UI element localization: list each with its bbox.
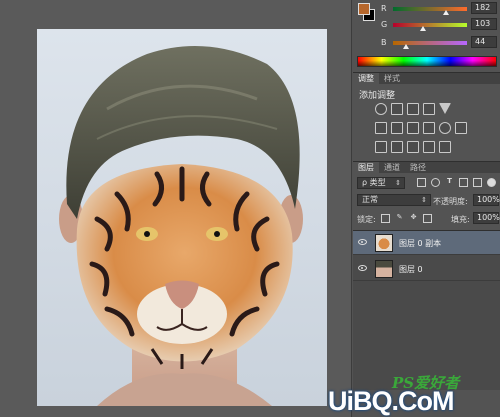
smart-object-filter-icon[interactable] [473,178,482,187]
watermark-main-text: UiBQ.CoM [328,386,454,416]
fill-label: 填充: [451,215,470,224]
exposure-icon[interactable] [423,103,435,115]
layer-filter-label: ρ 类型 [362,178,386,187]
channel-g-thumb[interactable] [419,26,426,31]
channel-g-row: G 103 [381,18,498,32]
adjustments-tabbar: 调整 样式 [353,72,500,85]
channel-b-thumb[interactable] [402,44,409,49]
bw-icon[interactable] [423,122,435,134]
channel-r-value[interactable]: 182 [471,2,497,14]
lock-paint-icon[interactable]: ✎ [395,214,404,223]
face-thumb [375,260,393,278]
vibrance-icon[interactable] [375,122,387,134]
lock-all-icon[interactable] [423,214,432,223]
eye-icon[interactable] [358,265,367,271]
adjustment-icons-row2 [375,122,495,136]
balance-icon[interactable] [391,122,403,134]
pixel-filter-icon[interactable] [417,178,426,187]
gradient-map-icon[interactable] [423,141,435,153]
channel-b-row: B 44 [381,36,498,50]
opacity-field[interactable]: 100% [473,194,500,206]
fill-field[interactable]: 100% [473,212,500,224]
lock-transparent-icon[interactable] [381,214,390,223]
color-lookup-icon[interactable] [455,122,467,134]
lock-label: 锁定: [357,215,376,224]
watermark-logo: PS爱好者 UiBQ.CoM [326,368,500,417]
channel-r-label: R [381,4,387,13]
shape-filter-icon[interactable] [459,178,468,187]
channel-g-label: G [381,20,388,29]
opacity-label: 不透明度: [433,197,468,206]
adjustment-filter-icon[interactable] [431,178,440,187]
channel-g-value[interactable]: 103 [471,18,497,30]
tab-styles[interactable]: 样式 [379,73,405,85]
curves-icon[interactable] [391,103,403,115]
filter-toggle-icon[interactable] [487,178,496,187]
channel-b-label: B [381,38,387,47]
channel-mixer-icon[interactable] [439,122,451,134]
levels-icon[interactable] [407,103,419,115]
posterize-icon[interactable] [391,141,403,153]
right-panel: R 182 G 103 B 44 调整 样式 添加调整 图层 通道 路径 ρ 类… [353,0,500,417]
channel-g-slider[interactable] [393,23,467,27]
document-canvas[interactable] [37,29,327,406]
tiger-thumb [375,234,393,252]
layer-filter-dropdown[interactable]: ρ 类型 ⇕ [357,177,405,189]
selective-color-icon[interactable] [439,141,451,153]
chevron-down-icon: ⇕ [395,179,401,187]
layer-list: 图层 0 副本 图层 0 [353,230,500,390]
channel-r-slider[interactable] [393,7,467,11]
add-adjustment-title: 添加调整 [359,91,396,101]
tab-layers[interactable]: 图层 [353,162,379,174]
threshold-icon[interactable] [407,141,419,153]
channel-r-row: R 182 [381,2,498,16]
channel-r-thumb[interactable] [442,10,449,15]
composite-image [59,46,303,406]
invert-icon[interactable] [375,141,387,153]
color-spectrum-bar[interactable] [357,56,497,67]
brightness-icon[interactable] [375,103,387,115]
triangle-icon[interactable] [439,103,451,114]
channel-b-value[interactable]: 44 [471,36,497,48]
tab-channels[interactable]: 通道 [379,162,405,174]
photo-filter-icon[interactable] [407,122,419,134]
layer-item[interactable]: 图层 0 [353,257,500,281]
adjustment-icons-row3 [375,141,495,155]
canvas-area[interactable] [0,0,352,417]
type-filter-icon[interactable]: T [445,178,454,187]
layer-name[interactable]: 图层 0 副本 [399,238,441,249]
chevron-down-icon: ⇕ [421,196,427,204]
foreground-color-swatch[interactable] [358,3,370,15]
photoshop-window: R 182 G 103 B 44 调整 样式 添加调整 图层 通道 路径 ρ 类… [0,0,500,417]
tab-adjustments[interactable]: 调整 [353,73,379,85]
blend-mode-dropdown[interactable]: 正常 ⇕ [357,194,431,206]
adjustment-icons-row1 [375,103,495,117]
layer-name[interactable]: 图层 0 [399,264,423,275]
layers-tabbar: 图层 通道 路径 [353,161,500,174]
layer-item[interactable]: 图层 0 副本 [353,231,500,255]
lock-move-icon[interactable]: ✥ [409,214,418,223]
color-panel: R 182 G 103 B 44 [353,0,500,70]
eye-icon[interactable] [358,239,367,245]
blend-mode-value: 正常 [362,195,378,204]
tab-paths[interactable]: 路径 [405,162,431,174]
layer-filter-bar: ρ 类型 ⇕ T [353,175,500,191]
